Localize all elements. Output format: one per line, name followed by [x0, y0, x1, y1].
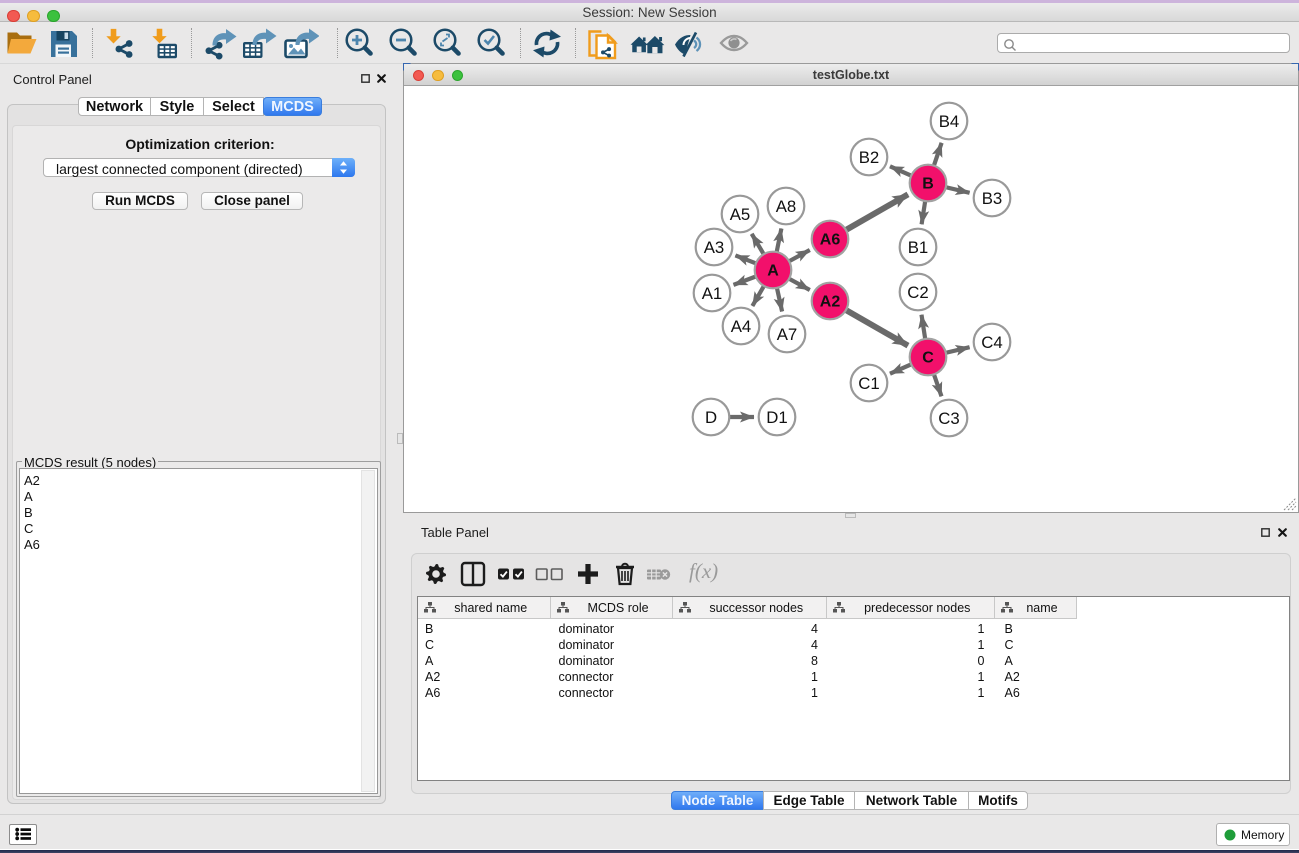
- svg-text:D1: D1: [766, 408, 787, 427]
- svg-text:A4: A4: [731, 317, 752, 336]
- svg-text:A8: A8: [776, 197, 797, 216]
- svg-text:B1: B1: [908, 238, 929, 257]
- svg-text:C1: C1: [858, 374, 879, 393]
- svg-text:A1: A1: [702, 284, 723, 303]
- svg-text:A7: A7: [777, 325, 798, 344]
- svg-text:A3: A3: [704, 238, 725, 257]
- svg-text:C3: C3: [938, 409, 959, 428]
- svg-text:A5: A5: [730, 205, 751, 224]
- svg-text:B3: B3: [982, 189, 1003, 208]
- svg-text:A: A: [767, 263, 779, 280]
- svg-text:C2: C2: [907, 283, 928, 302]
- svg-text:B4: B4: [939, 112, 960, 131]
- svg-text:C4: C4: [981, 333, 1002, 352]
- svg-text:C: C: [922, 350, 934, 367]
- svg-text:D: D: [705, 408, 717, 427]
- svg-text:A6: A6: [820, 232, 841, 249]
- svg-text:B2: B2: [859, 148, 880, 167]
- svg-text:A2: A2: [820, 294, 841, 311]
- svg-text:B: B: [922, 176, 934, 193]
